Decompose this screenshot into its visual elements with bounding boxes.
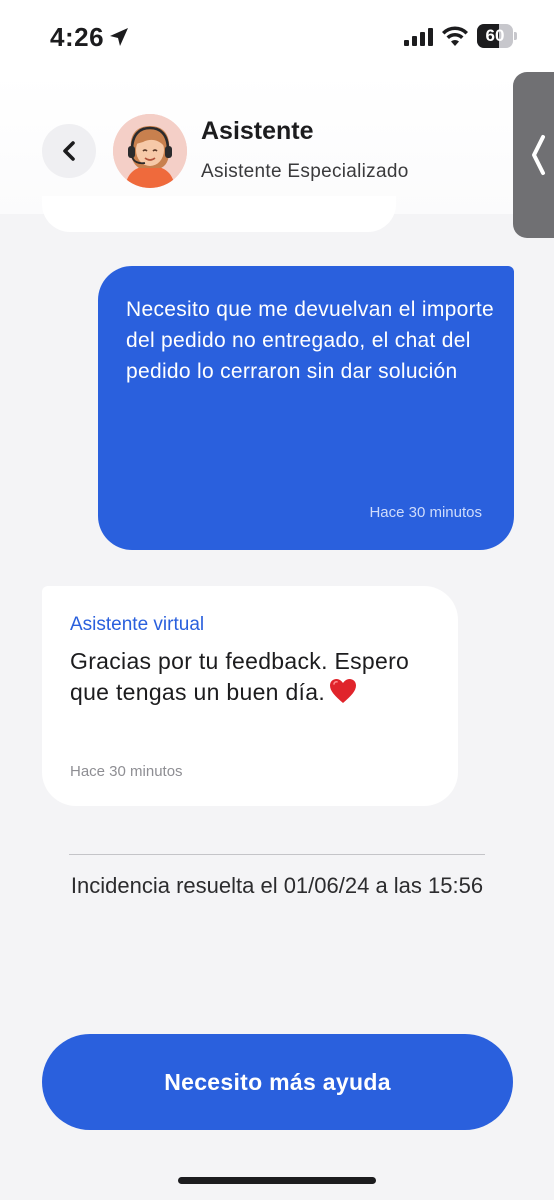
bot-sender-label: Asistente virtual — [70, 614, 205, 635]
side-panel-handle[interactable] — [513, 72, 554, 238]
header-subtitle: Asistente Especializado — [201, 161, 409, 182]
chevron-left-icon — [532, 135, 545, 175]
bot-message-body: Gracias por tu feedback. Espero que teng… — [70, 648, 410, 705]
status-bar: 4:26 60 — [0, 0, 554, 72]
wifi-icon — [442, 26, 468, 46]
chat-header: Asistente Asistente Especializado — [0, 72, 554, 214]
previous-message-bubble — [42, 196, 396, 232]
bot-message-text: Gracias por tu feedback. Espero que teng… — [70, 646, 430, 708]
message-timestamp: Hace 30 minutos — [70, 763, 183, 780]
status-time: 4:26 — [50, 22, 105, 52]
back-button[interactable] — [42, 124, 96, 178]
bot-message-bubble: Asistente virtual Gracias por tu feedbac… — [42, 586, 458, 806]
assistant-avatar — [113, 114, 187, 188]
user-message-text: Necesito que me devuelvan el importe del… — [126, 298, 494, 383]
location-arrow-icon — [110, 28, 128, 46]
signal-icon — [404, 28, 433, 46]
heart-icon — [330, 679, 357, 703]
user-message-bubble: Necesito que me devuelvan el importe del… — [98, 266, 514, 550]
resolution-status: Incidencia resuelta el 01/06/24 a las 15… — [70, 873, 484, 898]
need-more-help-button[interactable]: Necesito más ayuda — [42, 1034, 513, 1130]
message-timestamp: Hace 30 minutos — [369, 504, 482, 521]
divider — [69, 854, 485, 855]
chevron-left-icon — [63, 141, 75, 161]
header-title: Asistente — [201, 117, 314, 145]
home-indicator — [178, 1177, 376, 1184]
battery-icon: 60 — [477, 24, 517, 48]
battery-level: 60 — [485, 26, 505, 45]
